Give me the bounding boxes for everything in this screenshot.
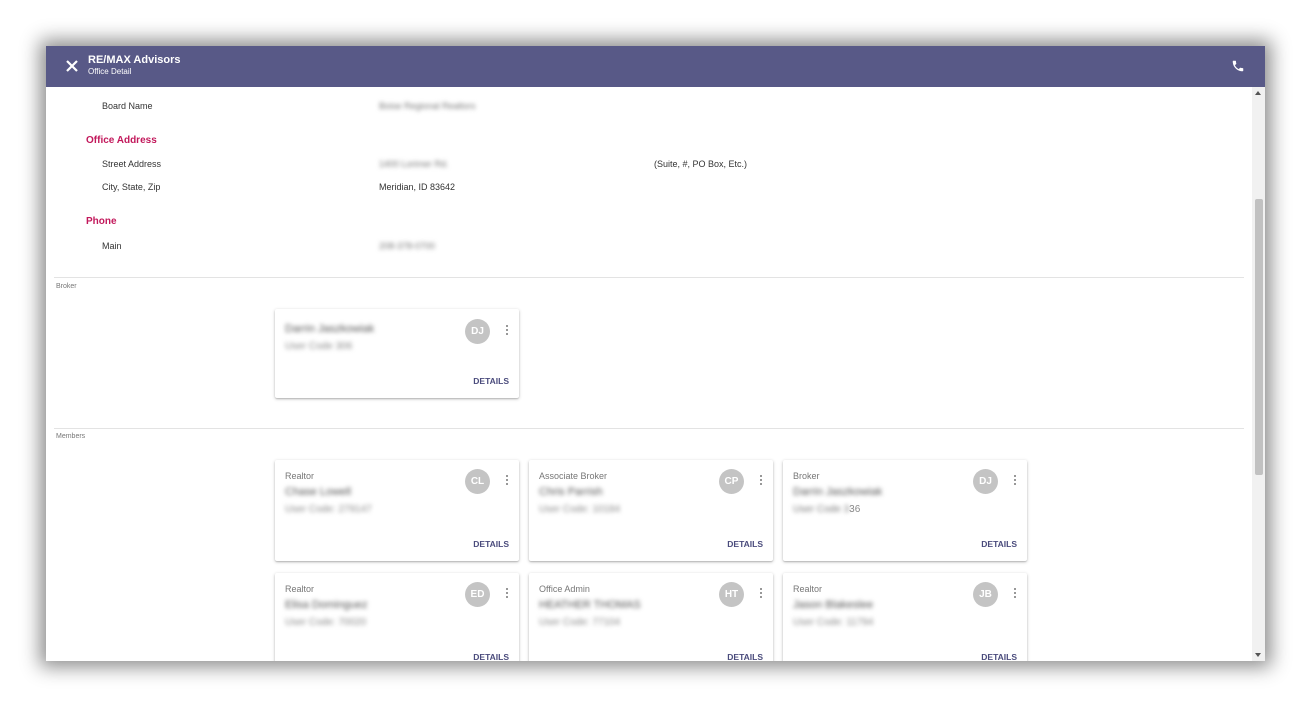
avatar: HT — [719, 582, 744, 607]
member-name: HEATHER THOMAS — [539, 599, 641, 611]
avatar: DJ — [973, 469, 998, 494]
details-button[interactable]: DETAILS — [473, 376, 509, 386]
app-subtitle: Office Detail — [88, 67, 132, 76]
divider — [54, 277, 1244, 278]
member-code: User Code: 77104 — [539, 617, 621, 628]
street-address-label: Street Address — [102, 159, 162, 169]
phone-icon[interactable] — [1231, 59, 1245, 73]
scroll-down-arrow-icon[interactable] — [1255, 653, 1261, 657]
office-detail-window: RE/MAX Advisors Office Detail Board Name… — [46, 46, 1265, 661]
close-icon[interactable] — [62, 56, 82, 76]
more-options-icon[interactable] — [505, 588, 509, 600]
broker-card-code: User Code 306 — [285, 341, 353, 352]
avatar: CL — [465, 469, 490, 494]
avatar: JB — [973, 582, 998, 607]
member-card: Realtor Chase Lowell User Code: 279147 C… — [275, 460, 519, 561]
member-name: Chase Lowell — [285, 486, 352, 498]
member-role: Broker — [793, 471, 820, 481]
details-button[interactable]: DETAILS — [981, 652, 1017, 661]
phone-heading: Phone — [86, 216, 117, 227]
member-name: Chris Parrish — [539, 486, 603, 498]
divider — [54, 428, 1244, 429]
details-button[interactable]: DETAILS — [727, 539, 763, 549]
member-role: Associate Broker — [539, 471, 608, 481]
member-code: User Code: 11794 — [793, 617, 874, 628]
broker-group-label: Broker — [56, 283, 77, 290]
scrollbar-thumb[interactable] — [1255, 199, 1263, 475]
members-group-label: Members — [56, 433, 86, 440]
member-code: User Code: 279147 — [285, 504, 372, 515]
office-address-heading: Office Address — [86, 135, 157, 146]
street-address-hint: (Suite, #, PO Box, Etc.) — [654, 159, 748, 169]
board-name-label: Board Name — [102, 101, 153, 111]
member-card: Realtor Jason Blakeslee User Code: 11794… — [783, 573, 1027, 661]
member-card: Realtor Elisa Dominguez User Code: 70020… — [275, 573, 519, 661]
avatar: ED — [465, 582, 490, 607]
city-state-zip-label: City, State, Zip — [102, 182, 161, 192]
board-name-value: Boise Regional Realtors — [379, 101, 476, 111]
avatar: CP — [719, 469, 744, 494]
broker-card: Darrin Jaszkowiak User Code 306 DJ DETAI… — [275, 309, 519, 398]
member-code-tail: 36 — [849, 504, 861, 515]
member-name: Darrin Jaszkowiak — [793, 486, 883, 498]
city-state-zip-value: Meridian, ID 83642 — [379, 182, 456, 192]
more-options-icon[interactable] — [759, 588, 763, 600]
member-card: Broker Darrin Jaszkowiak User Code 336 D… — [783, 460, 1027, 561]
member-code: User Code: 10184 — [539, 504, 621, 515]
main-phone-value: 208-378-0700 — [379, 241, 436, 251]
member-role: Realtor — [285, 584, 315, 594]
member-role: Office Admin — [539, 584, 590, 594]
details-button[interactable]: DETAILS — [981, 539, 1017, 549]
member-code: User Code 336 — [793, 504, 860, 515]
member-card: Associate Broker Chris Parrish User Code… — [529, 460, 773, 561]
content-area: Board Name Boise Regional Realtors Offic… — [46, 87, 1252, 661]
member-role: Realtor — [285, 471, 315, 481]
more-options-icon[interactable] — [1013, 588, 1017, 600]
details-button[interactable]: DETAILS — [473, 539, 509, 549]
main-phone-label: Main — [102, 241, 122, 251]
scroll-up-arrow-icon[interactable] — [1255, 91, 1261, 95]
vertical-scrollbar[interactable] — [1252, 87, 1265, 661]
more-options-icon[interactable] — [505, 325, 509, 337]
broker-card-name: Darrin Jaszkowiak — [285, 323, 375, 335]
app-bar: RE/MAX Advisors Office Detail — [46, 46, 1265, 87]
details-button[interactable]: DETAILS — [727, 652, 763, 661]
details-button[interactable]: DETAILS — [473, 652, 509, 661]
member-code: User Code: 70020 — [285, 617, 367, 628]
more-options-icon[interactable] — [759, 475, 763, 487]
app-title: RE/MAX Advisors — [88, 54, 181, 66]
more-options-icon[interactable] — [505, 475, 509, 487]
member-role: Realtor — [793, 584, 823, 594]
member-card: Office Admin HEATHER THOMAS User Code: 7… — [529, 573, 773, 661]
member-name: Elisa Dominguez — [285, 599, 368, 611]
member-name: Jason Blakeslee — [793, 599, 874, 611]
avatar: DJ — [465, 319, 490, 344]
more-options-icon[interactable] — [1013, 475, 1017, 487]
member-code-blurred: User Code 3 — [793, 504, 850, 515]
street-address-value: 1400 Lorimer Rd. — [379, 159, 449, 169]
